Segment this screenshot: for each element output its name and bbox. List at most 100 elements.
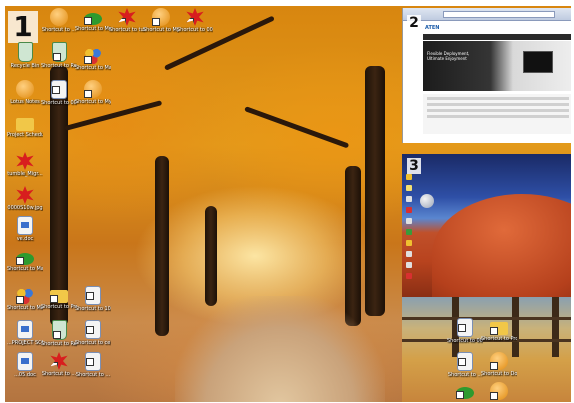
- icon-label: Shortcut to My Documents (2): [75, 99, 111, 105]
- icon-label: Shortcut to 0000S10w(2): [177, 27, 213, 33]
- desktop-icon-project-schedule[interactable]: Project Schedule: [7, 114, 43, 138]
- desktop-icon-doc-lr[interactable]: Shortcut to ...: [447, 352, 483, 378]
- green-shortcut-icon: [16, 253, 34, 265]
- orange-app-icon: [152, 8, 170, 26]
- icon-label: ...PROJECT SCHEDULE: [7, 340, 43, 346]
- monitor-1-number: 1: [8, 11, 38, 43]
- tree-trunk: [205, 206, 217, 306]
- small-desktop-icon[interactable]: [406, 185, 412, 191]
- content-line: [427, 109, 569, 112]
- icon-label: Shortcut to 10408_Ship...: [75, 306, 111, 312]
- document-icon: [457, 352, 473, 371]
- small-desktop-icon[interactable]: [406, 218, 412, 224]
- network-people-icon: [16, 286, 34, 304]
- orange-app-icon: [50, 8, 68, 26]
- desktop-icon-shortcut-manuals[interactable]: Shortcut to Manuals: [7, 248, 43, 272]
- desktop-icon-manuals-2[interactable]: Shortcut to Manuals (2): [75, 8, 111, 32]
- desktop-icon-05-doc[interactable]: ...05.doc: [7, 352, 43, 378]
- desktop-icon-jpg[interactable]: 0000S10w.jpg: [7, 186, 43, 211]
- desktop-icon-manuals-on-2[interactable]: Shortcut to Manuals on...: [75, 46, 111, 71]
- icon-label: Shortcut to ...: [447, 372, 483, 378]
- icon-label: ve.doc: [16, 236, 34, 242]
- small-desktop-icon[interactable]: [406, 240, 412, 246]
- desktop-icon-orange-top[interactable]: Shortcut to ...: [41, 8, 77, 33]
- fence-post: [552, 297, 559, 357]
- desktop-icon-doc[interactable]: ve.doc: [7, 216, 43, 242]
- desktop-icon-project-sche[interactable]: Shortcut to Project Sche...: [481, 318, 517, 342]
- address-bar[interactable]: [443, 11, 555, 18]
- icon-label: Shortcut to Project...: [41, 304, 77, 310]
- tree-trunk: [365, 66, 385, 316]
- icon-label: Project Schedule: [7, 132, 43, 138]
- icon-label: Shortcut to ...: [75, 372, 111, 378]
- icon-label: tumble_Migr...: [7, 171, 43, 177]
- desktop-icon-dellve[interactable]: Shortcut to 0007 Dellve...: [447, 318, 483, 344]
- icon-label: Shortcut to Recycle Bin: [41, 341, 77, 347]
- desktop-icon-shortcut-project[interactable]: Shortcut to Project...: [41, 286, 77, 310]
- tree-trunk: [155, 156, 169, 336]
- moon: [420, 194, 434, 208]
- hero-banner: Flexible Deployment, Ultimate Enjoyment: [423, 41, 571, 91]
- document-icon: [17, 216, 33, 235]
- desktop-icon-recycle-bin[interactable]: Recycle Bin: [7, 42, 43, 69]
- people-icon: [84, 46, 102, 64]
- desktop-icon-ship[interactable]: Shortcut to 10408_Ship...: [75, 286, 111, 312]
- small-desktop-icon[interactable]: [406, 229, 412, 235]
- monitor-3-icon-column: [404, 174, 416, 284]
- desktop-icon-shortcut-jpg[interactable]: Shortcut to 0000S10w.jpg: [41, 80, 77, 106]
- icon-label: Lotus Notes: [10, 99, 40, 105]
- folder-icon: [50, 290, 68, 303]
- icon-label: Shortcut to Manuals (2): [75, 26, 111, 32]
- recycle-bin-icon: [51, 320, 67, 340]
- desktop-icon-project-schedule-doc[interactable]: ...PROJECT SCHEDULE: [7, 320, 43, 346]
- desktop-icon-lth[interactable]: Shortcut to ce1164_lth...: [75, 320, 111, 346]
- icon-label: Recycle Bin: [10, 63, 40, 69]
- hero-text: Flexible Deployment, Ultimate Enjoyment: [427, 51, 470, 61]
- small-desktop-icon[interactable]: [406, 174, 412, 180]
- green-shortcut-icon: [84, 13, 102, 25]
- icon-label: Shortcut to Docu...: [481, 371, 517, 377]
- orange-app-icon: [84, 80, 102, 98]
- document-icon: [85, 320, 101, 339]
- desktop-icon-manuals-on[interactable]: Shortcut to Manuals on ...: [7, 286, 43, 311]
- small-desktop-icon[interactable]: [406, 262, 412, 268]
- desktop-icon-lotus-notes[interactable]: Lotus Notes: [7, 80, 43, 105]
- small-desktop-icon[interactable]: [406, 251, 412, 257]
- icon-label: Shortcut to tumble_m2c...: [109, 27, 145, 33]
- desktop-icon-jpg-2[interactable]: Shortcut to 0000S10w(2): [177, 8, 213, 33]
- desktop-icon-green-lr[interactable]: [447, 382, 483, 399]
- content-line: [427, 115, 569, 118]
- desktop-icon-tumble-m2c[interactable]: Shortcut to tumble_m2c...: [109, 8, 145, 33]
- red-app-icon: [186, 8, 204, 26]
- product-image: [523, 51, 553, 73]
- desktop-icon-docu[interactable]: Shortcut to Docu...: [481, 352, 517, 377]
- desktop-icon-my-documents[interactable]: Shortcut to My Documents: [143, 8, 179, 33]
- icon-label: Shortcut to ...: [41, 27, 77, 33]
- small-desktop-icon[interactable]: [406, 196, 412, 202]
- red-app-icon: [118, 8, 136, 26]
- desktop-icon-doc-bottom[interactable]: Shortcut to ...: [75, 352, 111, 378]
- content-line: [427, 103, 569, 106]
- site-nav-bar[interactable]: [423, 34, 571, 40]
- document-icon: [51, 80, 67, 99]
- desktop-icon-tumble[interactable]: tumble_Migr...: [7, 152, 43, 177]
- document-icon: [17, 352, 33, 371]
- document-icon: [17, 320, 33, 339]
- desktop-icon-shortcut-recycle-2[interactable]: Shortcut to Recycle Bin: [41, 320, 77, 347]
- folder-icon: [490, 322, 508, 335]
- multi-monitor-desktop: 1 Recycle Bin Lotus Notes Project Schedu…: [5, 6, 571, 402]
- small-desktop-icon[interactable]: [406, 207, 412, 213]
- desktop-icon-shortcut-recycle-1[interactable]: Shortcut to Recycle Bin: [41, 42, 77, 69]
- small-desktop-icon[interactable]: [406, 273, 412, 279]
- icon-label: Shortcut to ce1164_lth...: [75, 340, 111, 346]
- desktop-icon-shortcut-red-bottom[interactable]: Shortcut to ...: [41, 352, 77, 377]
- desktop-icon-orange-lr[interactable]: [481, 382, 517, 400]
- red-app-icon: [16, 186, 34, 204]
- orange-app-icon: [490, 382, 508, 400]
- icon-label: Shortcut to Manuals: [7, 266, 43, 272]
- desktop-icon-my-documents-2[interactable]: Shortcut to My Documents (2): [75, 80, 111, 105]
- site-logo[interactable]: ATEN: [425, 25, 440, 31]
- icon-label: Shortcut to My Documents: [143, 27, 179, 33]
- monitor-2-browser: ATEN Flexible Deployment, Ultimate Enjoy…: [402, 8, 571, 143]
- monitor-3-desert-wallpaper: [402, 154, 571, 297]
